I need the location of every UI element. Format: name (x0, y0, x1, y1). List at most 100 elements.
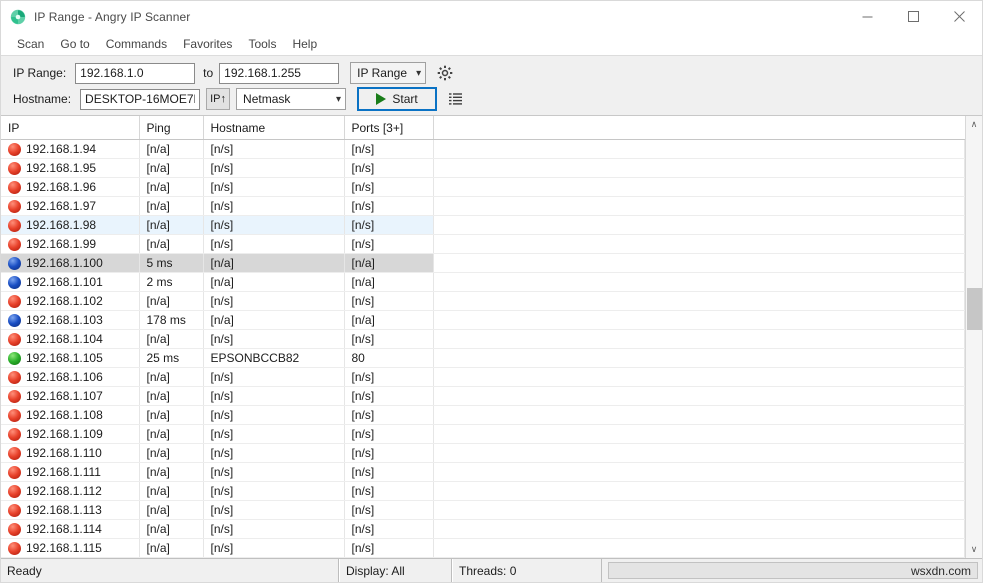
cell-hostname: [n/s] (203, 216, 344, 235)
hostname-label: Hostname: (13, 92, 71, 106)
minimize-icon[interactable] (844, 1, 890, 32)
cell-ports: [n/s] (344, 463, 433, 482)
cell-ping: [n/a] (139, 387, 203, 406)
cell-ports: [n/s] (344, 216, 433, 235)
table-row[interactable]: 192.168.1.97[n/a][n/s][n/s] (1, 197, 965, 216)
table-row[interactable]: 192.168.1.98[n/a][n/s][n/s] (1, 216, 965, 235)
toolbar: IP Range: to IP Range ▾ (1, 55, 982, 116)
column-header-ip[interactable]: IP (1, 116, 139, 140)
cell-hostname: [n/s] (203, 463, 344, 482)
menu-bar: Scan Go to Commands Favorites Tools Help (1, 32, 982, 55)
ip-range-from-input[interactable] (75, 63, 195, 84)
column-header-hostname[interactable]: Hostname (203, 116, 344, 140)
start-button-label: Start (392, 92, 417, 106)
table-row[interactable]: 192.168.1.106[n/a][n/s][n/s] (1, 368, 965, 387)
hostname-input[interactable] (80, 89, 200, 110)
list-columns-icon[interactable] (444, 87, 468, 111)
results-area: IP Ping Hostname Ports [3+] 192.168.1.94… (1, 116, 982, 559)
menu-item-scan[interactable]: Scan (9, 35, 52, 53)
cell-ip: 192.168.1.100 (1, 254, 139, 273)
netmask-select[interactable]: Netmask ▾ (236, 88, 346, 110)
table-row[interactable]: 192.168.1.104[n/a][n/s][n/s] (1, 330, 965, 349)
cell-ports: [n/s] (344, 159, 433, 178)
cell-ports: [n/s] (344, 520, 433, 539)
scan-mode-value: IP Range (357, 66, 407, 80)
menu-item-favorites[interactable]: Favorites (175, 35, 240, 53)
menu-item-commands[interactable]: Commands (98, 35, 175, 53)
results-vertical-scrollbar[interactable]: ∧ ∨ (965, 116, 982, 558)
cell-ports: [n/s] (344, 178, 433, 197)
cell-ping: [n/a] (139, 520, 203, 539)
menu-item-tools[interactable]: Tools (240, 35, 284, 53)
column-header-spacer (433, 116, 965, 140)
angry-ip-scanner-window: IP Range - Angry IP Scanner Scan Go to C… (0, 0, 983, 583)
table-row[interactable]: 192.168.1.94[n/a][n/s][n/s] (1, 140, 965, 159)
cell-ping: [n/a] (139, 197, 203, 216)
cell-hostname: [n/s] (203, 387, 344, 406)
ip-up-button[interactable]: IP↑ (206, 88, 230, 110)
cell-ports: [n/s] (344, 539, 433, 558)
cell-spacer (433, 216, 965, 235)
table-row[interactable]: 192.168.1.112[n/a][n/s][n/s] (1, 482, 965, 501)
table-row[interactable]: 192.168.1.109[n/a][n/s][n/s] (1, 425, 965, 444)
scan-mode-select[interactable]: IP Range ▾ (350, 62, 426, 84)
menu-item-goto[interactable]: Go to (52, 35, 97, 53)
cell-spacer (433, 178, 965, 197)
cell-ping: [n/a] (139, 425, 203, 444)
cell-ports: [n/s] (344, 292, 433, 311)
cell-ip-label: 192.168.1.108 (26, 408, 103, 422)
status-dot-blue-icon (8, 314, 21, 327)
cell-ping: [n/a] (139, 444, 203, 463)
cell-ip: 192.168.1.105 (1, 349, 139, 368)
status-dot-blue-icon (8, 257, 21, 270)
cell-hostname: EPSONBCCB82 (203, 349, 344, 368)
table-row[interactable]: 192.168.1.113[n/a][n/s][n/s] (1, 501, 965, 520)
table-row[interactable]: 192.168.1.110[n/a][n/s][n/s] (1, 444, 965, 463)
table-row[interactable]: 192.168.1.10525 msEPSONBCCB8280 (1, 349, 965, 368)
table-row[interactable]: 192.168.1.108[n/a][n/s][n/s] (1, 406, 965, 425)
watermark-label: wsxdn.com (911, 564, 971, 578)
scroll-down-arrow-icon[interactable]: ∨ (966, 541, 982, 558)
column-header-ping[interactable]: Ping (139, 116, 203, 140)
cell-ip: 192.168.1.109 (1, 425, 139, 444)
table-row[interactable]: 192.168.1.107[n/a][n/s][n/s] (1, 387, 965, 406)
cell-hostname: [n/s] (203, 178, 344, 197)
close-icon[interactable] (936, 1, 982, 32)
table-row[interactable]: 192.168.1.95[n/a][n/s][n/s] (1, 159, 965, 178)
table-row[interactable]: 192.168.1.99[n/a][n/s][n/s] (1, 235, 965, 254)
cell-ip-label: 192.168.1.94 (26, 142, 96, 156)
start-button[interactable]: Start (357, 87, 437, 111)
cell-hostname: [n/s] (203, 520, 344, 539)
table-row[interactable]: 192.168.1.114[n/a][n/s][n/s] (1, 520, 965, 539)
cell-ports: 80 (344, 349, 433, 368)
table-row[interactable]: 192.168.1.96[n/a][n/s][n/s] (1, 178, 965, 197)
status-dot-red-icon (8, 390, 21, 403)
status-ready: Ready (1, 559, 339, 582)
gear-icon[interactable] (433, 61, 457, 85)
table-row[interactable]: 192.168.1.102[n/a][n/s][n/s] (1, 292, 965, 311)
cell-hostname: [n/s] (203, 197, 344, 216)
table-row[interactable]: 192.168.1.115[n/a][n/s][n/s] (1, 539, 965, 558)
cell-ip-label: 192.168.1.114 (26, 522, 102, 536)
menu-item-help[interactable]: Help (284, 35, 325, 53)
cell-ip: 192.168.1.113 (1, 501, 139, 520)
maximize-icon[interactable] (890, 1, 936, 32)
cell-ping: [n/a] (139, 292, 203, 311)
cell-ports: [n/s] (344, 406, 433, 425)
table-row[interactable]: 192.168.1.1012 ms[n/a][n/a] (1, 273, 965, 292)
cell-hostname: [n/s] (203, 501, 344, 520)
cell-ports: [n/s] (344, 482, 433, 501)
cell-hostname: [n/s] (203, 292, 344, 311)
table-row[interactable]: 192.168.1.103178 ms[n/a][n/a] (1, 311, 965, 330)
ip-range-to-input[interactable] (219, 63, 339, 84)
column-header-ports[interactable]: Ports [3+] (344, 116, 433, 140)
status-bar: Ready Display: All Threads: 0 wsxdn.com (1, 559, 982, 582)
scroll-up-arrow-icon[interactable]: ∧ (966, 116, 982, 133)
table-row[interactable]: 192.168.1.111[n/a][n/s][n/s] (1, 463, 965, 482)
table-row[interactable]: 192.168.1.1005 ms[n/a][n/a] (1, 254, 965, 273)
scrollbar-thumb[interactable] (967, 288, 982, 330)
cell-ip-label: 192.168.1.115 (26, 541, 102, 555)
cell-ip: 192.168.1.112 (1, 482, 139, 501)
cell-ip: 192.168.1.110 (1, 444, 139, 463)
cell-hostname: [n/s] (203, 159, 344, 178)
